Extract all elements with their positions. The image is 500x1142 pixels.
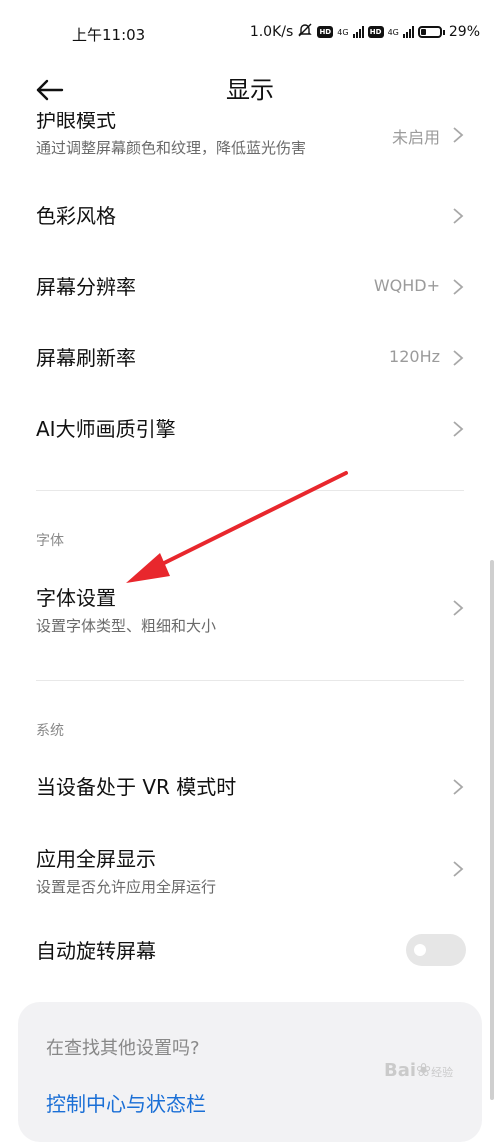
ai-engine-title: AI大师画质引擎 (36, 417, 176, 441)
battery-icon (417, 26, 442, 38)
paw-icon: ❀ (416, 1060, 432, 1081)
mute-icon (297, 22, 313, 42)
signal-icon (352, 26, 364, 38)
toggle-knob (414, 944, 426, 956)
font-settings-row[interactable]: 字体设置 设置字体类型、粗细和大小 (36, 582, 464, 635)
chevron-right-icon (453, 208, 464, 224)
section-label-font: 字体 (36, 533, 64, 549)
auto-rotate-title: 自动旋转屏幕 (36, 939, 156, 963)
chevron-right-icon (453, 127, 464, 143)
fullscreen-apps-subtitle: 设置是否允许应用全屏运行 (36, 878, 217, 896)
eye-care-row[interactable]: 护眼模式 通过调整屏幕颜色和纹理，降低蓝光伤害 未启用 (36, 112, 464, 168)
color-style-row[interactable]: 色彩风格 (36, 200, 464, 232)
watermark-sub: 经验 (431, 1066, 454, 1079)
divider (36, 490, 464, 491)
font-settings-subtitle: 设置字体类型、粗细和大小 (36, 617, 217, 635)
color-style-title: 色彩风格 (36, 204, 116, 228)
section-label-system: 系统 (36, 723, 64, 739)
fullscreen-apps-title: 应用全屏显示 (36, 847, 156, 871)
annotation-arrowhead (126, 553, 170, 583)
auto-rotate-toggle[interactable] (406, 934, 466, 966)
other-settings-title: 在查找其他设置吗? (46, 1038, 200, 1059)
auto-rotate-row: 自动旋转屏幕 (36, 935, 464, 967)
chevron-right-icon (453, 279, 464, 295)
chevron-right-icon (453, 779, 464, 795)
chevron-right-icon (453, 421, 464, 437)
resolution-value: WQHD+ (373, 276, 440, 295)
battery-tip (442, 29, 445, 35)
hd-icon: HD (317, 26, 334, 38)
status-bar: 上午11:03 1.0K/s HD 4G HD 4G 29% (0, 0, 500, 66)
fullscreen-apps-row[interactable]: 应用全屏显示 设置是否允许应用全屏运行 (36, 843, 464, 896)
network-speed: 1.0K/s (249, 24, 294, 40)
chevron-right-icon (453, 350, 464, 366)
net-label-1: 4G (337, 27, 349, 37)
baidu-watermark: Bai❀经验 (384, 1060, 453, 1081)
hd-icon-2: HD (367, 26, 384, 38)
annotation-arrow-line (148, 471, 348, 572)
refresh-rate-value: 120Hz (389, 347, 440, 366)
refresh-rate-row[interactable]: 屏幕刷新率 120Hz (36, 342, 464, 374)
control-center-link[interactable]: 控制中心与状态栏 (46, 1088, 206, 1117)
net-label-2: 4G (387, 27, 399, 37)
status-icons: 1.0K/s HD 4G HD 4G 29% (250, 22, 480, 42)
vr-mode-row[interactable]: 当设备处于 VR 模式时 (36, 771, 464, 803)
vr-mode-title: 当设备处于 VR 模式时 (36, 775, 237, 799)
scrollbar[interactable] (490, 560, 494, 1100)
ai-engine-row[interactable]: AI大师画质引擎 (36, 413, 464, 445)
status-time: 上午11:03 (72, 26, 146, 44)
resolution-row[interactable]: 屏幕分辨率 WQHD+ (36, 271, 464, 303)
battery-percent: 29% (448, 24, 480, 40)
chevron-right-icon (453, 861, 464, 877)
eye-care-value: 未启用 (391, 128, 440, 147)
font-settings-title: 字体设置 (36, 586, 116, 610)
header: 显示 (0, 66, 500, 114)
divider (36, 680, 464, 681)
watermark-brand: Bai (384, 1060, 417, 1081)
page-title: 显示 (226, 76, 274, 104)
chevron-right-icon (453, 600, 464, 616)
signal-icon-2 (402, 26, 414, 38)
battery-fill (420, 29, 426, 35)
